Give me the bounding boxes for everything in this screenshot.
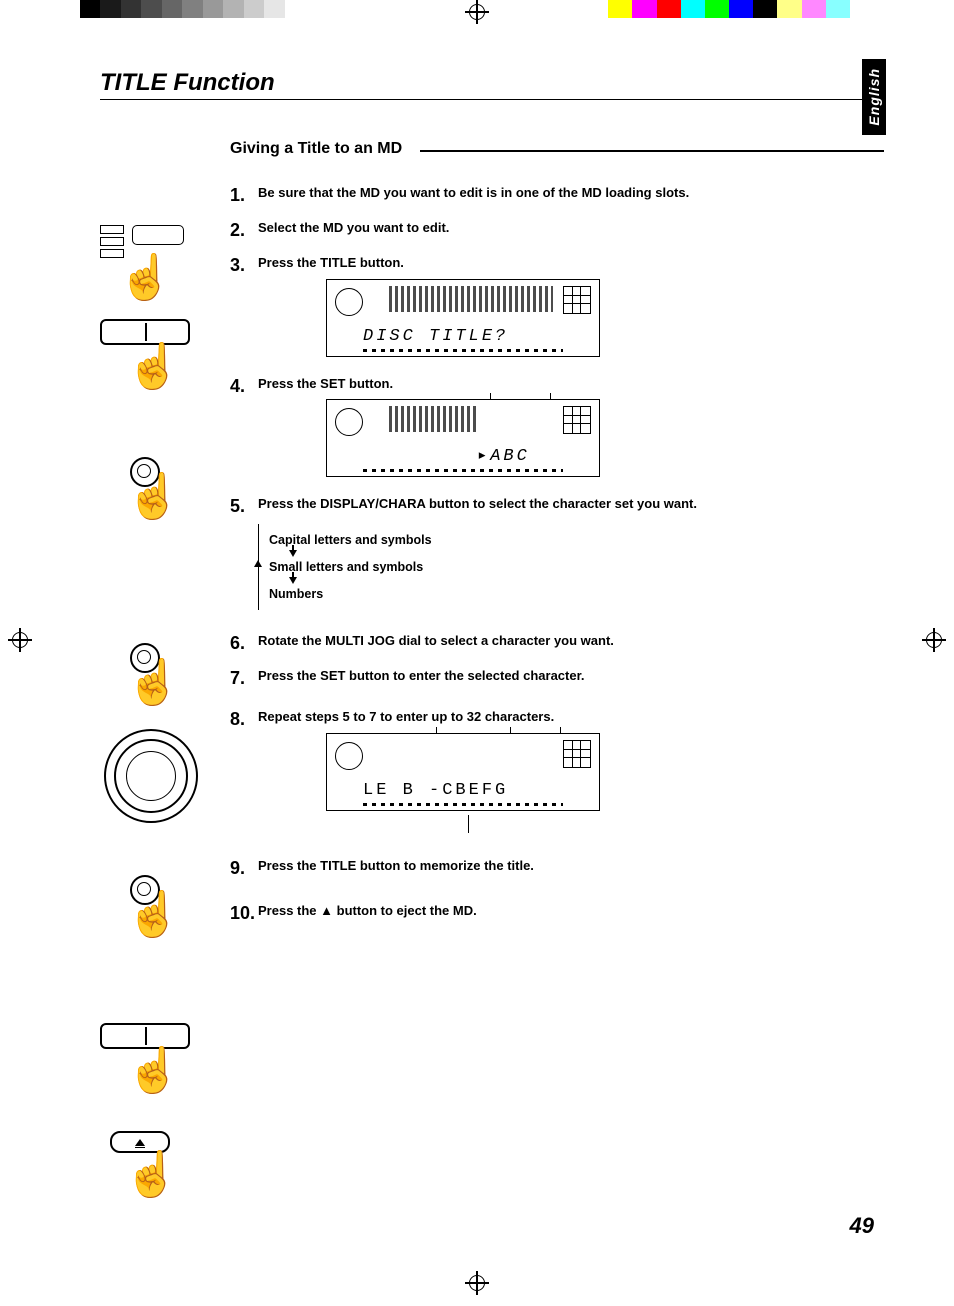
steps-list: Be sure that the MD you want to edit is … xyxy=(230,184,884,273)
subheading-rule xyxy=(420,150,884,152)
language-tab-label: English xyxy=(866,68,882,126)
page-number: 49 xyxy=(850,1213,874,1239)
printer-marks-top xyxy=(0,0,954,29)
color-bar xyxy=(584,0,874,18)
step-2: Select the MD you want to edit. xyxy=(230,219,884,238)
step-4: Press the SET button. xyxy=(230,375,884,394)
lcd-text-2: ▸ABC xyxy=(477,445,530,466)
icon-eject-button xyxy=(110,1131,220,1201)
steps-list-5: Press the TITLE button to memorize the t… xyxy=(230,857,884,921)
icon-set-button xyxy=(116,459,226,527)
icon-display-chara-button xyxy=(116,645,226,713)
step-7: Press the SET button to enter the select… xyxy=(230,667,884,686)
registration-mark-bottom xyxy=(0,1271,954,1300)
step-8: Repeat steps 5 to 7 to enter up to 32 ch… xyxy=(230,708,884,727)
icon-multi-jog-dial xyxy=(104,729,214,823)
registration-mark-icon xyxy=(465,0,489,24)
lcd-text-3: LE B -CBEFG xyxy=(363,781,508,800)
eject-icon xyxy=(135,1139,145,1146)
step-6: Rotate the MULTI JOG dial to select a ch… xyxy=(230,632,884,651)
steps-list-3: Press the DISPLAY/CHARA button to select… xyxy=(230,495,884,514)
manual-page: English TITLE Function G xyxy=(0,29,954,1259)
step-3: Press the TITLE button. xyxy=(230,254,884,273)
subheading-row: Giving a Title to an MD xyxy=(230,140,884,158)
step-9: Press the TITLE button to memorize the t… xyxy=(230,857,884,876)
step-5: Press the DISPLAY/CHARA button to select… xyxy=(230,495,884,514)
icon-set-button-repeat xyxy=(116,877,226,945)
icon-title-button xyxy=(100,319,210,393)
lcd-panel-1: DISC TITLE? xyxy=(326,279,600,357)
steps-list-2: Press the SET button. xyxy=(230,375,884,394)
charset-option-3: Numbers xyxy=(269,587,884,601)
content-column: Giving a Title to an MD Be sure that the… xyxy=(230,140,884,920)
icon-slot-select xyxy=(100,225,210,304)
grayscale-bar xyxy=(80,0,305,18)
icon-title-button-2 xyxy=(100,1023,210,1097)
character-set-cycle: Capital letters and symbols Small letter… xyxy=(258,524,884,610)
step-1: Be sure that the MD you want to edit is … xyxy=(230,184,884,203)
step-10: Press the ▲ button to eject the MD. xyxy=(230,902,884,921)
charset-option-2: Small letters and symbols xyxy=(269,560,884,574)
section-title: TITLE Function xyxy=(100,69,884,100)
subheading-text: Giving a Title to an MD xyxy=(230,140,402,158)
lcd-panel-3: LE B -CBEFG xyxy=(326,733,600,811)
language-tab: English xyxy=(862,59,886,135)
steps-list-4: Rotate the MULTI JOG dial to select a ch… xyxy=(230,632,884,727)
lcd-panel-2: ▸ABC xyxy=(326,399,600,477)
lcd-text-1: DISC TITLE? xyxy=(363,327,508,346)
charset-option-1: Capital letters and symbols xyxy=(269,533,884,547)
